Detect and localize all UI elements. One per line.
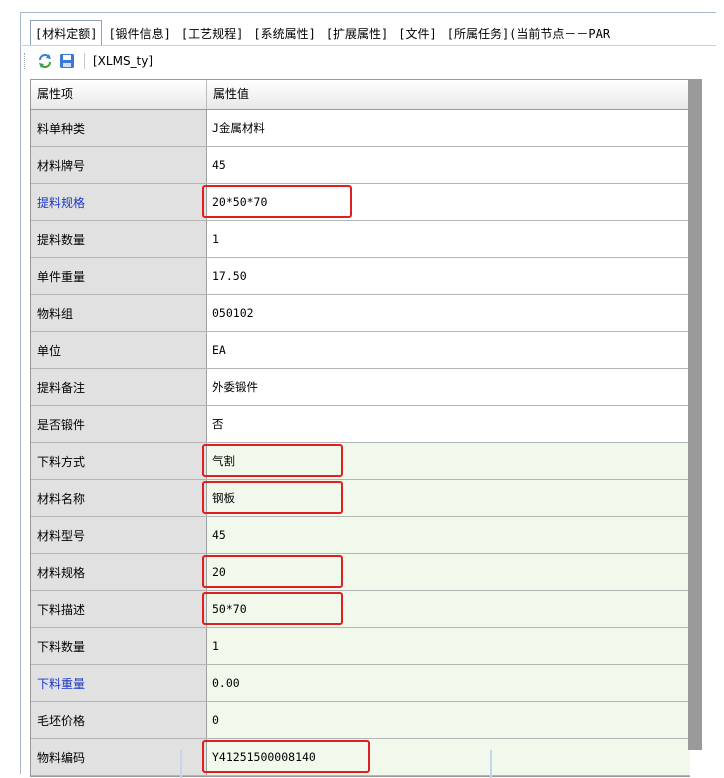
refresh-button[interactable] [36,52,54,70]
header-property-name[interactable]: 属性项 [31,80,207,109]
row-label: 材料型号 [31,517,207,553]
grid-row[interactable]: 下料描述 50*70 [31,591,690,628]
tab-extended-attributes[interactable]: [扩展属性] [322,22,392,46]
row-label: 下料重量 [31,665,207,701]
row-label: 是否锻件 [31,406,207,442]
row-value-text: 钢板 [212,491,235,505]
toolbar-grip[interactable] [24,53,28,69]
row-value[interactable]: 1 [207,221,690,257]
row-label: 提料规格 [31,184,207,220]
grid-row[interactable]: 材料名称 钢板 [31,480,690,517]
grid-row[interactable]: 下料数量 1 [31,628,690,665]
tab-system-attributes[interactable]: [系统属性] [249,22,319,46]
save-icon [60,54,74,68]
row-value[interactable]: 否 [207,406,690,442]
header-property-value[interactable]: 属性值 [207,80,690,109]
row-label: 单位 [31,332,207,368]
row-label: 单件重量 [31,258,207,294]
row-label: 下料方式 [31,443,207,479]
grid-row[interactable]: 单件重量 17.50 [31,258,690,295]
row-label: 物料组 [31,295,207,331]
vertical-scrollbar[interactable] [688,79,702,750]
toolbar-template-label: [XLMS_ty] [93,54,154,68]
grid-row[interactable]: 材料规格 20 [31,554,690,591]
tab-divider [22,45,716,46]
row-value[interactable]: 1 [207,628,690,664]
row-label: 材料牌号 [31,147,207,183]
row-value-text: 50*70 [212,602,247,616]
row-label: 料单种类 [31,110,207,146]
grid-row[interactable]: 提料备注 外委锻件 [31,369,690,406]
row-label: 提料备注 [31,369,207,405]
row-value[interactable]: 0.00 [207,665,690,701]
row-value-text: 20*50*70 [212,195,268,209]
toolbar: [XLMS_ty] [24,50,714,72]
grid-row[interactable]: 材料牌号 45 [31,147,690,184]
tab-forging-info[interactable]: [锻件信息] [104,22,174,46]
row-value[interactable]: EA [207,332,690,368]
row-value[interactable]: 45 [207,517,690,553]
grid-row[interactable]: 下料重量 0.00 [31,665,690,702]
property-grid: 属性项 属性值 料单种类 J金属材料 材料牌号 45 提料规格 20*50*70… [30,79,690,777]
grid-row[interactable]: 料单种类 J金属材料 [31,110,690,147]
grid-row[interactable]: 是否锻件 否 [31,406,690,443]
row-value[interactable]: 17.50 [207,258,690,294]
row-value[interactable]: 20*50*70 [202,184,690,220]
row-value[interactable]: J金属材料 [207,110,690,146]
refresh-icon [39,54,51,68]
tab-bar: [材料定额] [锻件信息] [工艺规程] [系统属性] [扩展属性] [文件] … [30,16,716,46]
row-value[interactable]: 钢板 [202,480,690,516]
row-value-text: 20 [212,565,226,579]
row-value[interactable]: 050102 [207,295,690,331]
grid-row[interactable]: 提料数量 1 [31,221,690,258]
row-value[interactable]: 45 [207,147,690,183]
row-value[interactable]: 气割 [202,443,690,479]
row-label: 材料规格 [31,554,207,590]
row-value[interactable]: 0 [207,702,690,738]
row-value[interactable]: Y41251500008140 [202,739,690,775]
background-decoration [490,750,492,778]
row-label: 提料数量 [31,221,207,257]
tab-files[interactable]: [文件] [394,22,440,46]
tab-process-spec[interactable]: [工艺规程] [177,22,247,46]
row-value[interactable]: 外委锻件 [207,369,690,405]
grid-header: 属性项 属性值 [31,80,690,110]
grid-row[interactable]: 下料方式 气割 [31,443,690,480]
grid-row[interactable]: 毛坯价格 0 [31,702,690,739]
row-value-text: 气割 [212,454,235,468]
save-button[interactable] [58,52,76,70]
background-decoration [180,750,182,778]
row-value[interactable]: 20 [202,554,690,590]
row-label: 下料描述 [31,591,207,627]
grid-row[interactable]: 物料组 050102 [31,295,690,332]
tab-related-tasks[interactable]: [所属任务](当前节点－－PAR [443,22,614,46]
tab-material-quota[interactable]: [材料定额] [30,20,103,46]
row-value[interactable]: 50*70 [202,591,690,627]
row-value-text: Y41251500008140 [212,750,316,764]
grid-row[interactable]: 材料型号 45 [31,517,690,554]
row-label: 下料数量 [31,628,207,664]
row-label: 材料名称 [31,480,207,516]
grid-row[interactable]: 提料规格 20*50*70 [31,184,690,221]
toolbar-separator [84,53,85,69]
row-label: 毛坯价格 [31,702,207,738]
grid-row[interactable]: 物料编码 Y41251500008140 [31,739,690,776]
grid-row[interactable]: 单位 EA [31,332,690,369]
